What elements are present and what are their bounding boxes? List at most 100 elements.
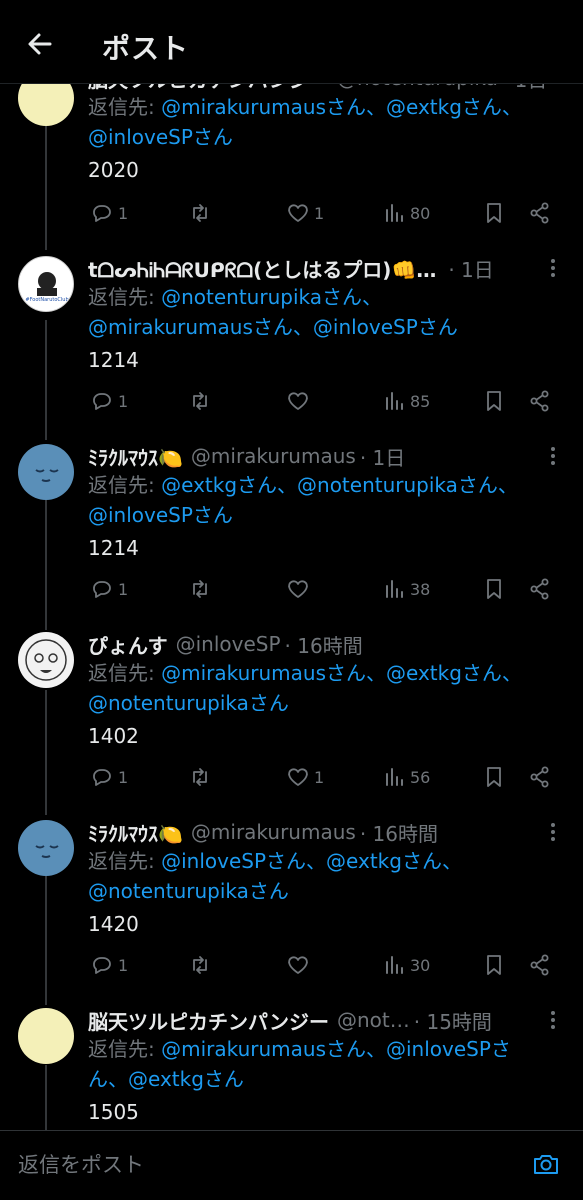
post-item[interactable]: ぴょんす @inloveSP · 16時間 返信先: @mirakurumaus… bbox=[0, 628, 583, 808]
more-options-icon[interactable] bbox=[543, 820, 563, 844]
reply-count: 1 bbox=[118, 767, 129, 787]
back-arrow-icon[interactable] bbox=[22, 26, 58, 62]
reply-mentions[interactable]: @extkgさん、@notenturupikaさん、 bbox=[161, 473, 518, 497]
post-text: 1214 bbox=[88, 348, 139, 372]
post-time[interactable]: · 1日 bbox=[448, 254, 493, 283]
reply-thread: 脳天ツルピカチンパンジー @notenturupika · 1日 返信先: @m… bbox=[0, 0, 583, 1130]
reply-mentions[interactable]: @inloveSPさん bbox=[88, 500, 558, 530]
like-icon bbox=[288, 392, 308, 410]
author-name[interactable]: tᗝᔕᏂᎥᏂᗩᖇᑌᑭᖇᗝ(としはるプロ)👊… bbox=[88, 254, 436, 283]
repost-button[interactable] bbox=[188, 950, 216, 980]
author-name[interactable]: ﾐﾗｸﾙﾏｳｽ🍋 bbox=[88, 818, 183, 847]
share-button[interactable] bbox=[528, 950, 552, 980]
repost-icon bbox=[193, 204, 207, 222]
repost-icon bbox=[193, 956, 207, 974]
post-time[interactable]: · 15時間 bbox=[414, 1006, 492, 1035]
post-actions: 1 1 80 bbox=[88, 198, 568, 228]
bookmark-button[interactable] bbox=[482, 762, 506, 792]
bookmark-button[interactable] bbox=[482, 574, 506, 604]
bookmark-button[interactable] bbox=[482, 198, 506, 228]
author-handle[interactable]: @mirakurumaus bbox=[191, 444, 356, 468]
views-button[interactable]: 38 bbox=[382, 574, 430, 604]
avatar[interactable] bbox=[18, 1008, 74, 1064]
post-item[interactable]: ﾐﾗｸﾙﾏｳｽ🍋 @mirakurumaus · 16時間 返信先: @inlo… bbox=[0, 816, 583, 996]
author-handle[interactable]: @inloveSP bbox=[176, 632, 281, 656]
author-name[interactable]: ぴょんす bbox=[88, 630, 168, 659]
like-button[interactable]: 1 bbox=[286, 198, 324, 228]
share-button[interactable] bbox=[528, 386, 552, 416]
avatar[interactable] bbox=[18, 444, 74, 500]
views-count: 80 bbox=[410, 203, 431, 223]
views-icon bbox=[386, 956, 403, 974]
share-button[interactable] bbox=[528, 762, 552, 792]
like-button[interactable] bbox=[286, 386, 314, 416]
post-item[interactable]: 脳天ツルピカチンパンジー @notenturupika · 1日 返信先: @m… bbox=[0, 62, 583, 242]
bookmark-icon bbox=[487, 767, 501, 787]
post-time[interactable]: · 16時間 bbox=[360, 818, 438, 847]
reply-mentions[interactable]: @mirakurumausさん、@extkgさん、 bbox=[161, 661, 522, 685]
reply-mentions[interactable]: @notenturupikaさん bbox=[88, 688, 558, 718]
post-header: ﾐﾗｸﾙﾏｳｽ🍋 @mirakurumaus · 1日 bbox=[88, 440, 405, 472]
reply-button[interactable]: 1 bbox=[90, 762, 128, 792]
reply-button[interactable]: 1 bbox=[90, 950, 128, 980]
reply-to-label: 返信先: bbox=[88, 849, 162, 873]
reply-composer[interactable]: 返信をポスト bbox=[0, 1130, 583, 1200]
reply-mentions[interactable]: @notenturupikaさん bbox=[88, 876, 558, 906]
reply-icon bbox=[93, 957, 111, 974]
author-handle[interactable]: @mirakurumaus bbox=[191, 820, 356, 844]
reply-button[interactable]: 1 bbox=[90, 198, 128, 228]
post-header: ﾐﾗｸﾙﾏｳｽ🍋 @mirakurumaus · 16時間 bbox=[88, 816, 438, 848]
reply-mentions[interactable]: @notenturupikaさん、 bbox=[161, 285, 382, 309]
reply-to-label: 返信先: bbox=[88, 285, 162, 309]
post-actions: 1 85 bbox=[88, 386, 568, 416]
reply-mentions[interactable]: @inloveSPさん、@extkgさん、 bbox=[161, 849, 462, 873]
reply-mentions[interactable]: @inloveSPさん bbox=[88, 122, 558, 152]
post-item[interactable]: 脳天ツルピカチンパンジー @not… · 15時間 返信先: @mirakuru… bbox=[0, 1004, 583, 1130]
reply-button[interactable]: 1 bbox=[90, 386, 128, 416]
repost-button[interactable] bbox=[188, 198, 216, 228]
reply-mentions[interactable]: @mirakurumausさん、@extkgさん、 bbox=[161, 95, 522, 119]
avatar[interactable]: #FootNarutoClub bbox=[18, 256, 74, 312]
post-item[interactable]: #FootNarutoClub tᗝᔕᏂᎥᏂᗩᖇᑌᑭᖇᗝ(としはるプロ)👊… ·… bbox=[0, 252, 583, 432]
views-count: 38 bbox=[410, 579, 431, 599]
repost-button[interactable] bbox=[188, 386, 216, 416]
reply-input[interactable]: 返信をポスト bbox=[18, 1149, 144, 1179]
repost-button[interactable] bbox=[188, 574, 216, 604]
reply-mentions[interactable]: ん、@extkgさん bbox=[88, 1064, 558, 1094]
views-button[interactable]: 56 bbox=[382, 762, 430, 792]
reply-button[interactable]: 1 bbox=[90, 574, 128, 604]
share-icon bbox=[530, 390, 549, 412]
post-time[interactable]: · 1日 bbox=[360, 442, 405, 471]
views-icon bbox=[386, 392, 403, 410]
views-button[interactable]: 30 bbox=[382, 950, 430, 980]
views-button[interactable]: 85 bbox=[382, 386, 430, 416]
bookmark-button[interactable] bbox=[482, 950, 506, 980]
post-header: 脳天ツルピカチンパンジー @not… · 15時間 bbox=[88, 1004, 492, 1036]
views-button[interactable]: 80 bbox=[382, 198, 430, 228]
more-options-icon[interactable] bbox=[543, 1008, 563, 1032]
author-name[interactable]: ﾐﾗｸﾙﾏｳｽ🍋 bbox=[88, 442, 183, 471]
camera-icon[interactable] bbox=[531, 1149, 561, 1179]
avatar[interactable] bbox=[18, 820, 74, 876]
reply-mentions[interactable]: @mirakurumausさん、@inloveSPさん bbox=[88, 312, 558, 342]
bookmark-button[interactable] bbox=[482, 386, 506, 416]
like-button[interactable] bbox=[286, 950, 314, 980]
repost-button[interactable] bbox=[188, 762, 216, 792]
reply-mentions[interactable]: @mirakurumausさん、@inloveSPさ bbox=[161, 1037, 511, 1061]
avatar[interactable] bbox=[18, 632, 74, 688]
post-item[interactable]: ﾐﾗｸﾙﾏｳｽ🍋 @mirakurumaus · 1日 返信先: @extkgさ… bbox=[0, 440, 583, 620]
share-button[interactable] bbox=[528, 198, 552, 228]
sleeping-face-avatar bbox=[35, 469, 59, 482]
reply-count: 1 bbox=[118, 203, 129, 223]
more-options-icon[interactable] bbox=[543, 444, 563, 468]
share-button[interactable] bbox=[528, 574, 552, 604]
share-icon bbox=[530, 202, 549, 224]
post-time[interactable]: · 16時間 bbox=[285, 630, 363, 659]
author-handle[interactable]: @not… bbox=[337, 1008, 410, 1032]
reply-to: 返信先: @mirakurumausさん、@extkgさん、 @inloveSP… bbox=[88, 92, 558, 152]
post-text: 1505 bbox=[88, 1100, 139, 1124]
like-button[interactable] bbox=[286, 574, 314, 604]
author-name[interactable]: 脳天ツルピカチンパンジー bbox=[88, 1006, 329, 1035]
like-button[interactable]: 1 bbox=[286, 762, 324, 792]
more-options-icon[interactable] bbox=[543, 256, 563, 280]
